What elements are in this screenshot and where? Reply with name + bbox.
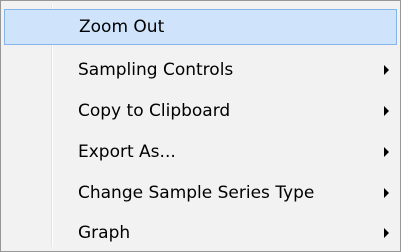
menu-item-export-as[interactable]: Export As... [4, 134, 397, 170]
menu-item-zoom-out[interactable]: Zoom Out [4, 9, 397, 45]
menu-item-label: Zoom Out [79, 17, 165, 37]
submenu-arrow-icon [384, 188, 389, 198]
menu-item-sampling-controls[interactable]: Sampling Controls [4, 52, 397, 88]
submenu-arrow-icon [384, 228, 389, 238]
menu-item-label: Graph [78, 223, 131, 243]
submenu-arrow-icon [384, 65, 389, 75]
menu-item-label: Change Sample Series Type [78, 183, 315, 203]
menu-item-change-sample-series-type[interactable]: Change Sample Series Type [4, 175, 397, 211]
submenu-arrow-icon [384, 147, 389, 157]
menu-item-label: Copy to Clipboard [78, 101, 231, 121]
menu-item-label: Export As... [78, 142, 176, 162]
submenu-arrow-icon [384, 106, 389, 116]
context-menu: Zoom Out Sampling Controls Copy to Clipb… [0, 0, 401, 252]
menu-item-graph[interactable]: Graph [4, 215, 397, 251]
menu-item-label: Sampling Controls [78, 60, 234, 80]
menu-item-copy-to-clipboard[interactable]: Copy to Clipboard [4, 93, 397, 129]
